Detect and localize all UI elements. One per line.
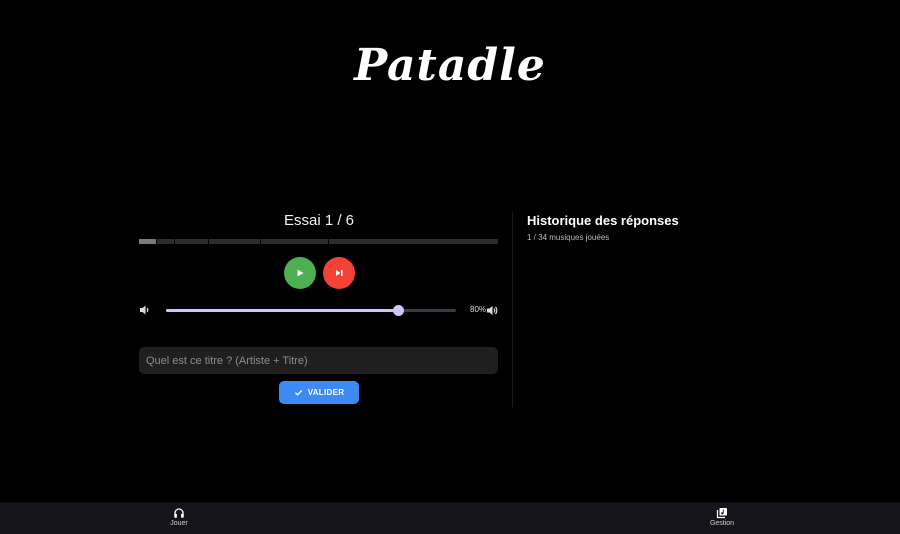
attempt-segment-5 (261, 239, 329, 244)
volume-value: 80% (470, 305, 487, 314)
game-panel: Essai 1 / 6 80% Quel est ce titre ? (Art… (139, 205, 499, 404)
player-controls (139, 257, 499, 289)
attempt-counter: Essai 1 / 6 (283, 212, 355, 229)
volume-down-icon[interactable] (139, 304, 151, 316)
play-button[interactable] (283, 257, 316, 289)
volume-slider-fill (166, 309, 398, 312)
attempt-segment-4 (209, 239, 261, 244)
validate-button[interactable]: VALIDER (279, 381, 359, 404)
volume-control: 80% (139, 304, 499, 318)
volume-up-icon[interactable] (486, 304, 499, 317)
page: Patadle Essai 1 / 6 80% Quel est ce titr… (0, 0, 900, 534)
attempt-segment-2 (156, 239, 174, 244)
history-panel: Historique des réponses 1 / 34 musiques … (527, 213, 679, 242)
app-logo: Patadle (354, 40, 546, 91)
bottom-navigation: Jouer Gestion (0, 502, 900, 534)
nav-label-gestion: Gestion (709, 520, 735, 527)
skip-button[interactable] (322, 257, 355, 289)
history-title: Historique des réponses (527, 213, 679, 228)
skip-next-icon (335, 270, 343, 276)
headphones-icon (174, 508, 184, 518)
play-icon (297, 269, 303, 277)
validate-button-label: VALIDER (307, 388, 345, 397)
panel-divider (512, 212, 513, 407)
nav-item-jouer[interactable]: Jouer (149, 507, 209, 527)
attempt-segment-6 (329, 239, 499, 244)
attempt-segment-1 (139, 239, 156, 244)
library-music-icon (716, 508, 727, 519)
volume-slider[interactable] (166, 305, 456, 316)
answer-input[interactable] (139, 347, 498, 374)
check-icon (294, 389, 302, 396)
history-count: 1 / 34 musiques jouées (527, 233, 610, 242)
attempt-progress-bar (139, 239, 499, 244)
volume-slider-thumb[interactable] (393, 305, 404, 316)
attempt-segment-3 (174, 239, 209, 244)
nav-item-gestion[interactable]: Gestion (692, 507, 752, 527)
nav-label-jouer: Jouer (170, 520, 188, 527)
